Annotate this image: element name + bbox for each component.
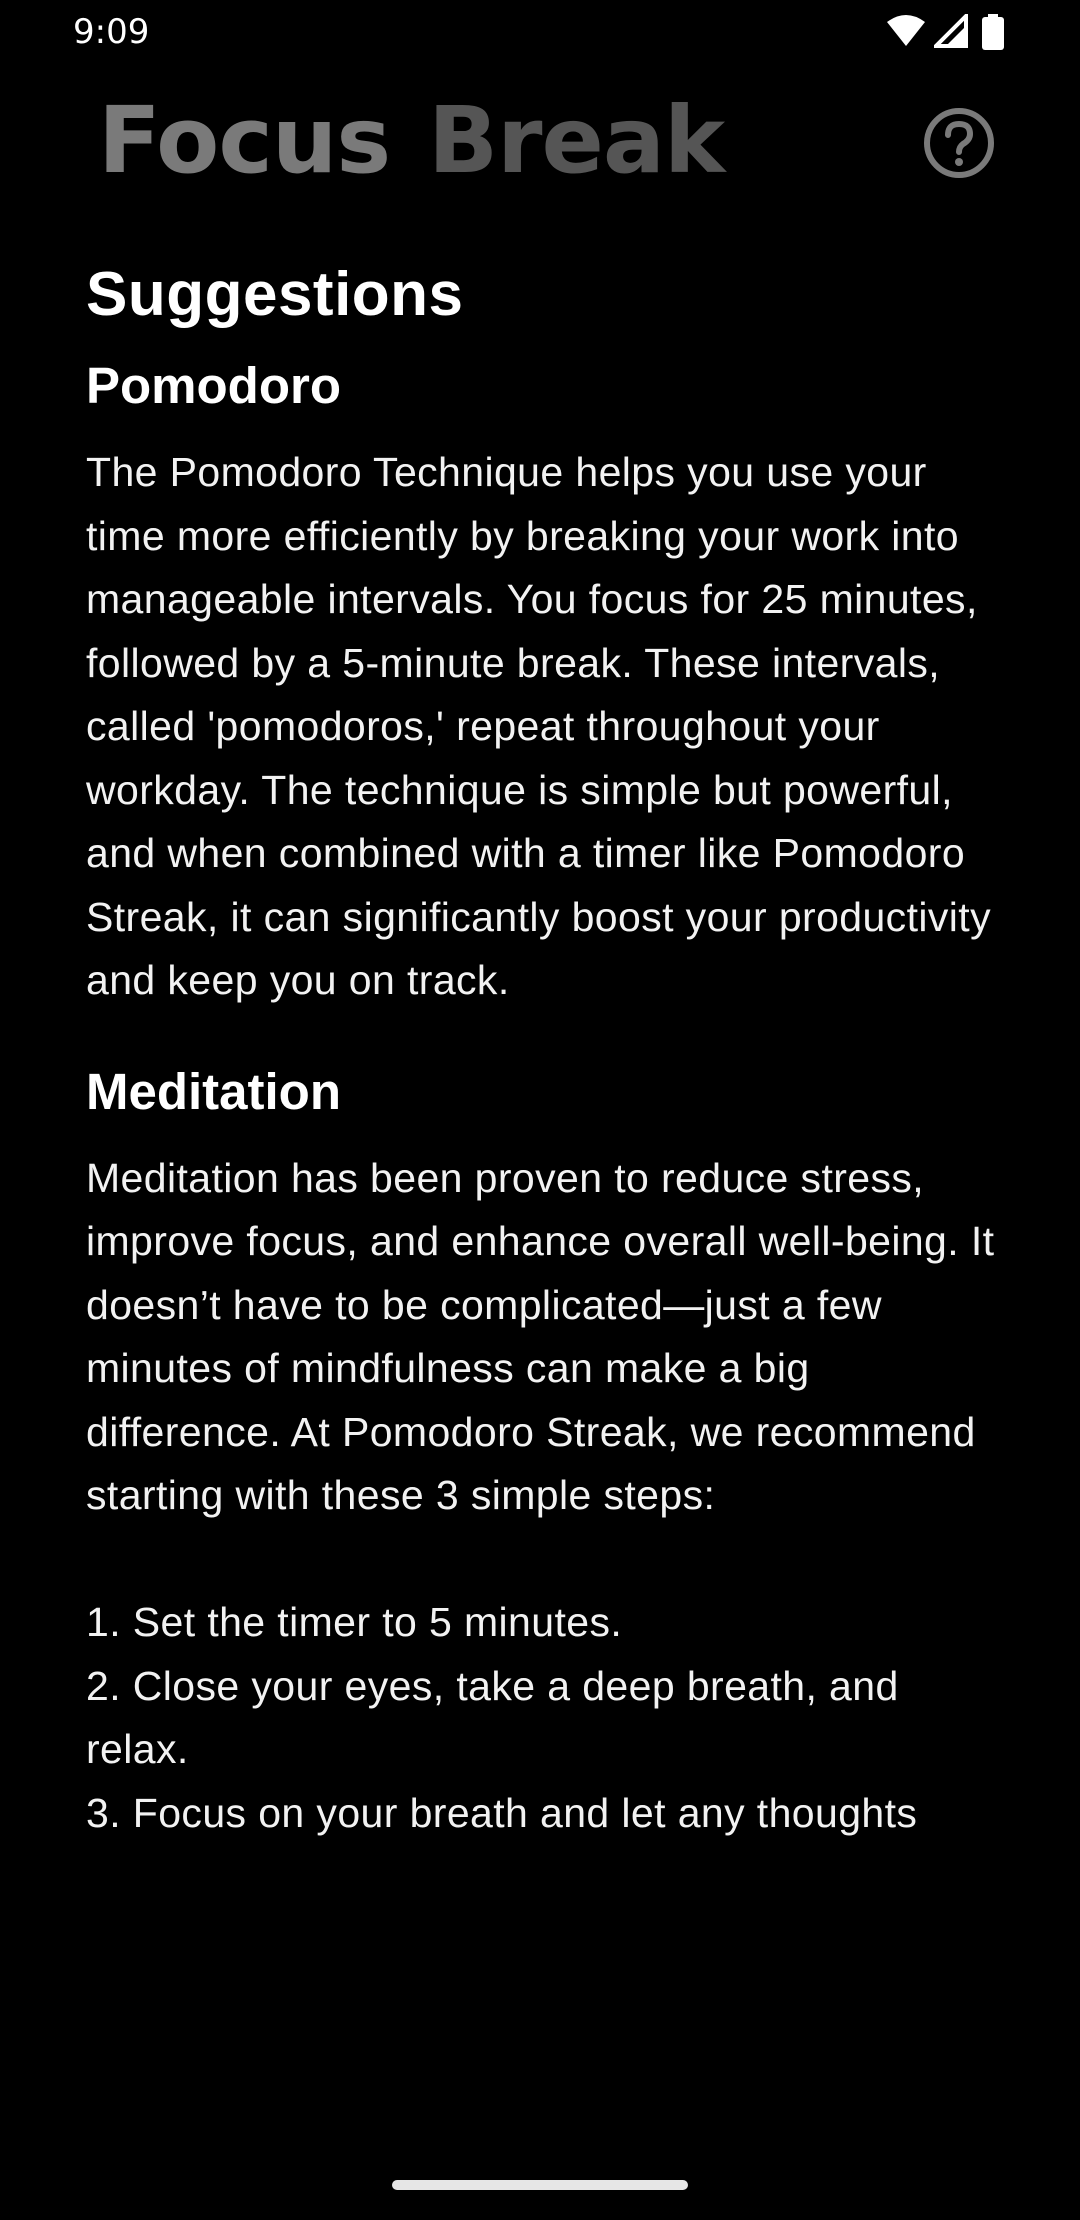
suggestions-content[interactable]: Suggestions Pomodoro The Pomodoro Techni…	[86, 245, 1006, 1970]
battery-icon	[982, 14, 1004, 50]
section-title-pomodoro: Pomodoro	[86, 357, 341, 414]
status-time: 9:09	[73, 12, 150, 52]
section-body-pomodoro: The Pomodoro Technique helps you use you…	[86, 449, 991, 1003]
tab-focus[interactable]: Focus	[98, 86, 391, 196]
section-body-meditation: Meditation has been proven to reduce str…	[86, 1154, 995, 1836]
cellular-signal-icon	[934, 14, 968, 48]
status-icons	[886, 14, 1006, 50]
status-bar: 9:09	[0, 0, 1080, 64]
header: Focus Break	[0, 80, 1080, 210]
help-button[interactable]	[922, 106, 996, 180]
section-meditation: Meditation Meditation has been proven to…	[86, 1057, 1006, 1846]
help-icon	[924, 108, 994, 178]
section-title-meditation: Meditation	[86, 1062, 341, 1120]
page-title: Suggestions	[86, 260, 464, 329]
tab-break[interactable]: Break	[428, 86, 725, 196]
home-indicator[interactable]	[392, 2180, 688, 2190]
section-pomodoro: Pomodoro The Pomodoro Technique helps yo…	[86, 351, 1006, 1013]
wifi-icon	[887, 15, 925, 46]
